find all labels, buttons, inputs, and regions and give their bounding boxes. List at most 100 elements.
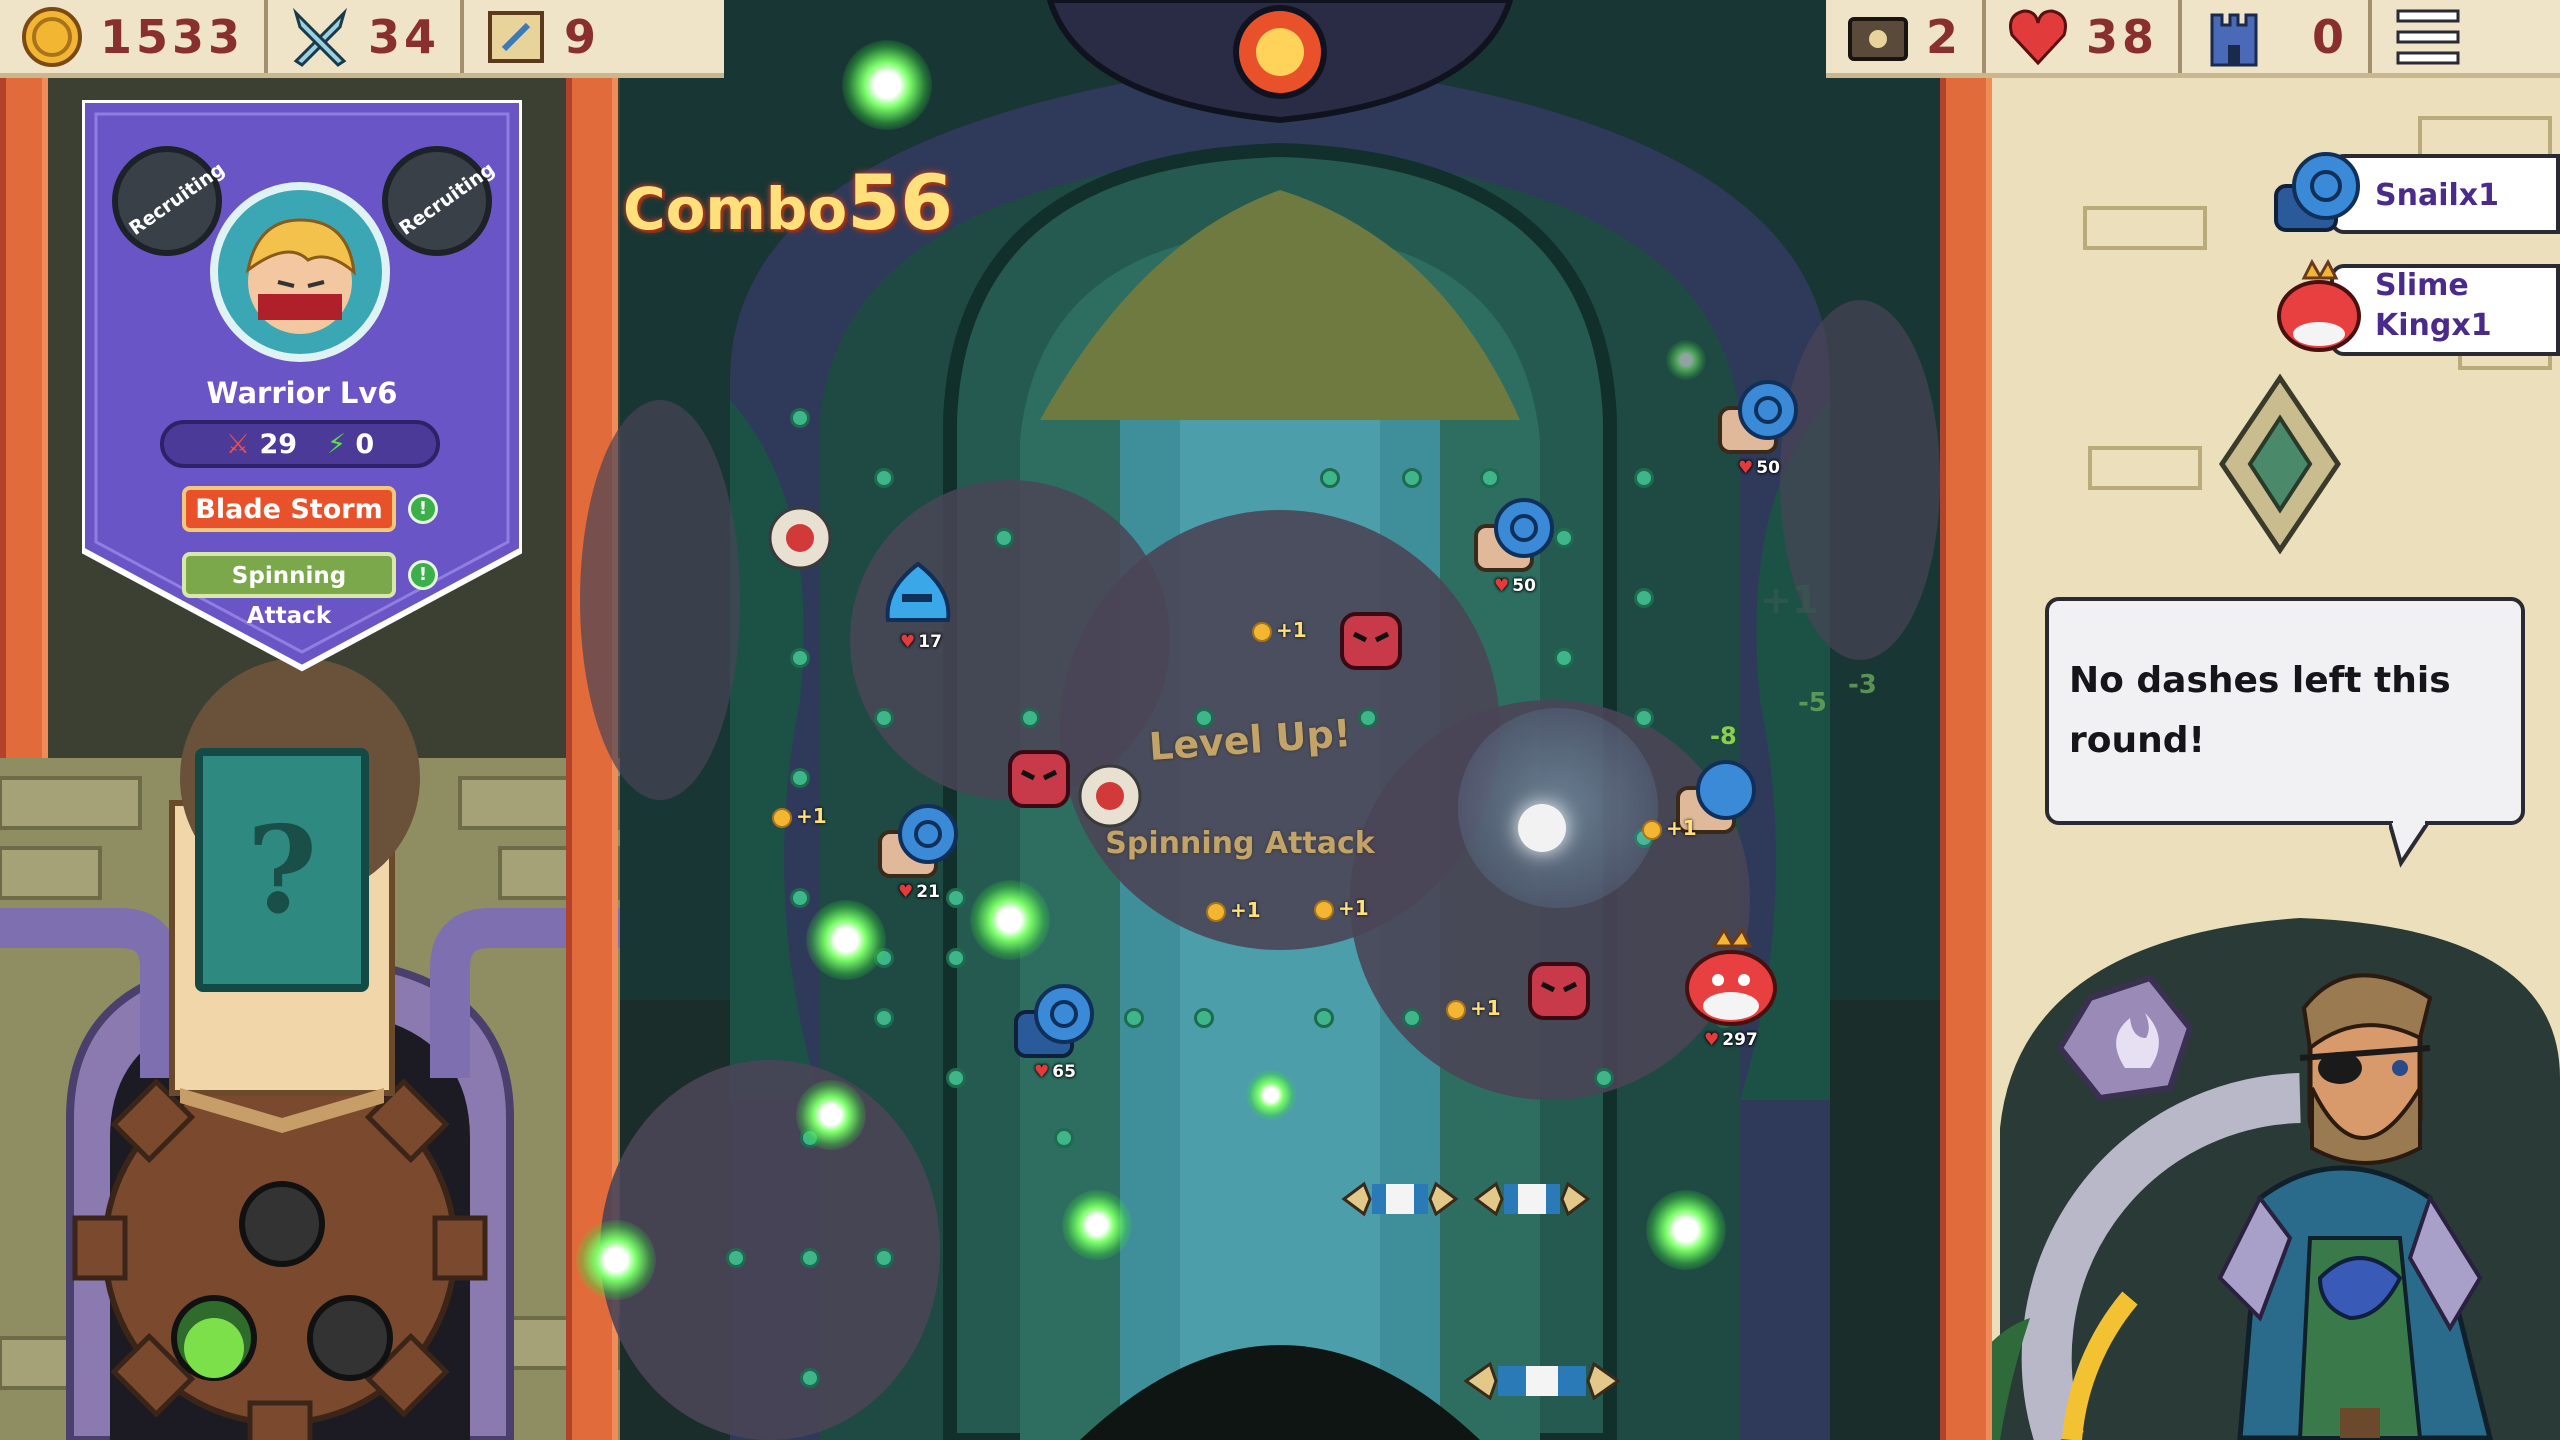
map-value: 9: [564, 9, 601, 64]
heart-icon: ♥: [898, 882, 914, 902]
hero-level: Lv6: [339, 376, 398, 410]
game-board[interactable]: Combo56 Level Up! Spinning Attack ♥ 17 ♥ 2…: [576, 0, 1940, 1440]
peg: [946, 948, 966, 968]
projectile-glow: [1246, 1070, 1296, 1120]
floating-number: +1: [1760, 578, 1819, 622]
warrior-portrait: [210, 182, 390, 362]
status-bar: 2 38 0: [1826, 0, 2560, 78]
projectile-glow: [1062, 1190, 1132, 1260]
hero-stats: ⚔ 29 ⚡ 0: [160, 420, 440, 468]
peg: [1554, 528, 1574, 548]
resource-bar: 1533 34 9: [0, 0, 724, 78]
key-value: 2: [1926, 9, 1963, 64]
recruit-slot-left[interactable]: Recruiting: [112, 146, 229, 256]
peg: [1634, 708, 1654, 728]
gold-value: 1533: [100, 9, 245, 64]
peg: [726, 1248, 746, 1268]
floating-number: -8: [1710, 722, 1737, 750]
heart-icon: ♥: [1704, 1030, 1720, 1050]
snail-enemy[interactable]: ♥ 65: [1012, 980, 1096, 1082]
peg: [1634, 468, 1654, 488]
projectile-glow: [576, 1220, 656, 1300]
queue-item-snail[interactable]: Snailx1: [2270, 146, 2560, 234]
attack-counter: 34: [268, 0, 465, 73]
blue-slime-enemy[interactable]: ♥ 17: [882, 560, 954, 652]
peg: [1194, 1008, 1214, 1028]
projectile-glow: [970, 880, 1050, 960]
projectile-glow: [1666, 340, 1706, 380]
peg: [874, 1248, 894, 1268]
paddle[interactable]: [1340, 1172, 1460, 1226]
peg: [790, 648, 810, 668]
coin-gain-popup: +1: [1642, 816, 1697, 840]
slime-king-enemy[interactable]: ♥ 297: [1684, 926, 1778, 1050]
skill-blade-storm[interactable]: Blade Storm: [182, 486, 396, 532]
projectile-glow: [796, 1080, 866, 1150]
menu-button[interactable]: [2372, 0, 2480, 73]
castle-value: 0: [2312, 9, 2349, 64]
heart-icon: ♥: [1738, 458, 1754, 478]
hero-name-level: Warrior Lv6: [82, 376, 522, 410]
attack-stat: ⚔ 29: [225, 428, 298, 460]
paddle[interactable]: [1472, 1172, 1592, 1226]
heart-icon: ♥: [1034, 1062, 1050, 1082]
combo-value: 56: [847, 158, 953, 247]
red-blob-enemy[interactable]: [1004, 742, 1074, 812]
peg: [946, 1068, 966, 1088]
red-blob-enemy[interactable]: [1336, 604, 1406, 674]
key-counter: 2: [1826, 0, 1987, 73]
skill-info-icon[interactable]: !: [408, 560, 438, 590]
queue-item-slime-king[interactable]: Slime Kingx1: [2270, 256, 2560, 356]
dialogue-text: No dashes left this round!: [2069, 660, 2451, 761]
mystery-card[interactable]: ?: [195, 748, 369, 992]
enemy-hp: ♥ 65: [1034, 1062, 1076, 1082]
coin-gain-popup: +1: [1206, 898, 1261, 922]
enemy-hp: ♥ 17: [900, 632, 942, 652]
coin-gain-popup: +1: [1314, 896, 1369, 920]
slime-king-icon: [2274, 258, 2364, 354]
peg: [1020, 708, 1040, 728]
sword-icon: ⚔: [225, 428, 251, 460]
skill-spinning-attack[interactable]: Spinning Attack: [182, 552, 396, 629]
paddle[interactable]: [1462, 1354, 1622, 1408]
queue-label: Snailx1: [2375, 178, 2499, 213]
peg: [994, 528, 1014, 548]
castle-tower-icon: [2202, 5, 2266, 69]
skill-info-icon[interactable]: !: [408, 494, 438, 524]
snail-enemy[interactable]: ♥ 50: [1472, 494, 1556, 596]
coin-icon: [1314, 899, 1334, 920]
snail-enemy[interactable]: ♥ 50: [1716, 376, 1800, 478]
recruit-slot-right[interactable]: Recruiting: [382, 146, 499, 256]
peg: [1480, 468, 1500, 488]
enemy-hp: ♥ 297: [1704, 1030, 1758, 1050]
lightning-icon: ⚡: [327, 428, 346, 460]
peg: [874, 468, 894, 488]
locked-chest-icon: [1846, 5, 1910, 69]
shuriken-icon: [762, 500, 838, 576]
combo-counter: Combo56: [623, 158, 953, 247]
gear-board: [580, 400, 740, 800]
energy-stat: ⚡ 0: [327, 428, 375, 460]
health-counter: 38: [1986, 0, 2183, 73]
projectile-glow: [842, 40, 932, 130]
game-screen: ? Recruiting Recruiting Warrior Lv6 ⚔ 29…: [0, 0, 2560, 1440]
peg: [874, 708, 894, 728]
heart-icon: ♥: [1494, 576, 1510, 596]
health-value: 38: [2086, 9, 2159, 64]
spinning-attack-effect: [1458, 708, 1658, 908]
coin-gain-popup: +1: [772, 804, 827, 828]
hero-card[interactable]: Recruiting Recruiting Warrior Lv6 ⚔ 29 ⚡…: [82, 100, 522, 672]
hamburger-menu-icon[interactable]: [2396, 5, 2460, 69]
dialogue-bubble: No dashes left this round!: [2045, 597, 2525, 868]
snail-enemy[interactable]: ♥ 21: [876, 800, 960, 902]
red-blob-enemy[interactable]: [1524, 954, 1594, 1024]
peg: [1594, 1068, 1614, 1088]
projectile-glow: [1646, 1190, 1726, 1270]
peg: [790, 768, 810, 788]
coin-icon: [1252, 621, 1272, 642]
peg: [1314, 1008, 1334, 1028]
gold-coin-icon: [20, 5, 84, 69]
coin-icon: [1642, 819, 1662, 840]
floating-number: -5: [1798, 688, 1827, 718]
queue-label: Slime Kingx1: [2375, 268, 2492, 343]
